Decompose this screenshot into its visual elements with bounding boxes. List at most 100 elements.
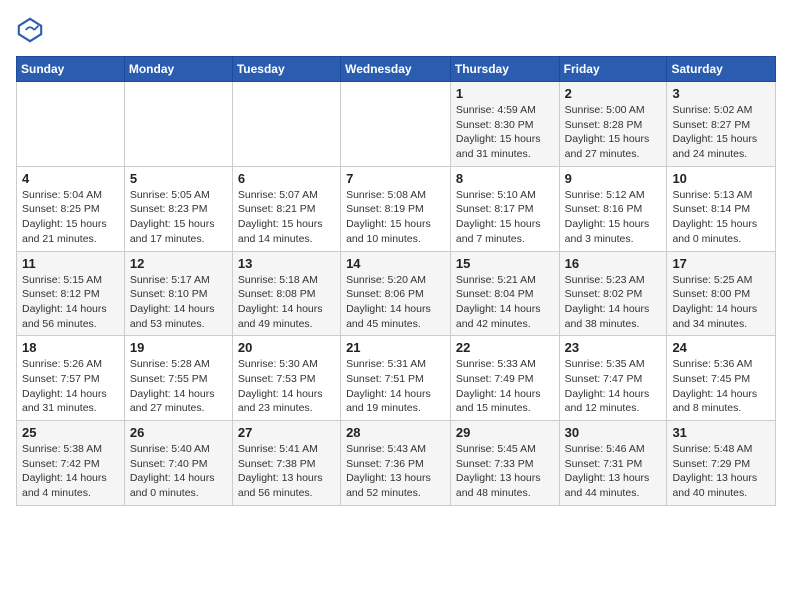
day-info: Sunrise: 5:18 AM Sunset: 8:08 PM Dayligh… (238, 273, 335, 332)
day-number: 1 (456, 86, 554, 101)
calendar-week-row: 4 Sunrise: 5:04 AM Sunset: 8:25 PM Daylig… (17, 166, 776, 251)
day-info: Sunrise: 5:21 AM Sunset: 8:04 PM Dayligh… (456, 273, 554, 332)
weekday-header: Friday (559, 57, 667, 82)
calendar-cell: 18 Sunrise: 5:26 AM Sunset: 7:57 PM Dayli… (17, 336, 125, 421)
calendar-cell: 24Sunrise: 5:36 AM Sunset: 7:45 PM Dayli… (667, 336, 776, 421)
day-info: Sunrise: 5:23 AM Sunset: 8:02 PM Dayligh… (565, 273, 662, 332)
calendar-cell: 9 Sunrise: 5:12 AM Sunset: 8:16 PM Daylig… (559, 166, 667, 251)
day-number: 11 (22, 256, 119, 271)
day-number: 20 (238, 340, 335, 355)
day-info: Sunrise: 5:43 AM Sunset: 7:36 PM Dayligh… (346, 442, 445, 501)
day-info: Sunrise: 5:25 AM Sunset: 8:00 PM Dayligh… (672, 273, 770, 332)
day-info: Sunrise: 5:00 AM Sunset: 8:28 PM Dayligh… (565, 103, 662, 162)
calendar-cell (124, 82, 232, 167)
day-number: 23 (565, 340, 662, 355)
day-number: 8 (456, 171, 554, 186)
weekday-header: Sunday (17, 57, 125, 82)
calendar-cell: 2 Sunrise: 5:00 AM Sunset: 8:28 PM Daylig… (559, 82, 667, 167)
day-number: 22 (456, 340, 554, 355)
day-info: Sunrise: 5:38 AM Sunset: 7:42 PM Dayligh… (22, 442, 119, 501)
day-info: Sunrise: 5:13 AM Sunset: 8:14 PM Dayligh… (672, 188, 770, 247)
calendar-cell: 25 Sunrise: 5:38 AM Sunset: 7:42 PM Dayli… (17, 421, 125, 506)
calendar-cell: 28 Sunrise: 5:43 AM Sunset: 7:36 PM Dayli… (341, 421, 451, 506)
day-number: 14 (346, 256, 445, 271)
day-info: Sunrise: 5:41 AM Sunset: 7:38 PM Dayligh… (238, 442, 335, 501)
day-info: Sunrise: 5:31 AM Sunset: 7:51 PM Dayligh… (346, 357, 445, 416)
day-number: 16 (565, 256, 662, 271)
calendar-cell (232, 82, 340, 167)
day-number: 4 (22, 171, 119, 186)
day-number: 10 (672, 171, 770, 186)
day-info: Sunrise: 5:33 AM Sunset: 7:49 PM Dayligh… (456, 357, 554, 416)
day-number: 13 (238, 256, 335, 271)
day-info: Sunrise: 5:40 AM Sunset: 7:40 PM Dayligh… (130, 442, 227, 501)
calendar-cell: 23 Sunrise: 5:35 AM Sunset: 7:47 PM Dayli… (559, 336, 667, 421)
calendar-cell: 5 Sunrise: 5:05 AM Sunset: 8:23 PM Daylig… (124, 166, 232, 251)
calendar-cell: 19Sunrise: 5:28 AM Sunset: 7:55 PM Dayli… (124, 336, 232, 421)
calendar-cell: 10 Sunrise: 5:13 AM Sunset: 8:14 PM Dayli… (667, 166, 776, 251)
day-info: Sunrise: 4:59 AM Sunset: 8:30 PM Dayligh… (456, 103, 554, 162)
weekday-header: Tuesday (232, 57, 340, 82)
calendar-cell: 31 Sunrise: 5:48 AM Sunset: 7:29 PM Dayli… (667, 421, 776, 506)
day-info: Sunrise: 5:30 AM Sunset: 7:53 PM Dayligh… (238, 357, 335, 416)
calendar-cell: 4 Sunrise: 5:04 AM Sunset: 8:25 PM Daylig… (17, 166, 125, 251)
day-number: 31 (672, 425, 770, 440)
day-number: 9 (565, 171, 662, 186)
calendar-cell: 14 Sunrise: 5:20 AM Sunset: 8:06 PM Dayli… (341, 251, 451, 336)
calendar-cell: 11 Sunrise: 5:15 AM Sunset: 8:12 PM Dayli… (17, 251, 125, 336)
calendar-cell: 6 Sunrise: 5:07 AM Sunset: 8:21 PM Daylig… (232, 166, 340, 251)
calendar-week-row: 11 Sunrise: 5:15 AM Sunset: 8:12 PM Dayli… (17, 251, 776, 336)
day-number: 2 (565, 86, 662, 101)
day-info: Sunrise: 5:26 AM Sunset: 7:57 PM Dayligh… (22, 357, 119, 416)
day-info: Sunrise: 5:05 AM Sunset: 8:23 PM Dayligh… (130, 188, 227, 247)
day-number: 29 (456, 425, 554, 440)
day-info: Sunrise: 5:45 AM Sunset: 7:33 PM Dayligh… (456, 442, 554, 501)
calendar-week-row: 25 Sunrise: 5:38 AM Sunset: 7:42 PM Dayli… (17, 421, 776, 506)
weekday-header: Saturday (667, 57, 776, 82)
day-info: Sunrise: 5:46 AM Sunset: 7:31 PM Dayligh… (565, 442, 662, 501)
calendar-cell: 17 Sunrise: 5:25 AM Sunset: 8:00 PM Dayli… (667, 251, 776, 336)
day-number: 25 (22, 425, 119, 440)
day-info: Sunrise: 5:36 AM Sunset: 7:45 PM Dayligh… (672, 357, 770, 416)
calendar-cell: 13 Sunrise: 5:18 AM Sunset: 8:08 PM Dayli… (232, 251, 340, 336)
day-info: Sunrise: 5:48 AM Sunset: 7:29 PM Dayligh… (672, 442, 770, 501)
day-number: 3 (672, 86, 770, 101)
calendar-cell (17, 82, 125, 167)
day-number: 17 (672, 256, 770, 271)
day-number: 6 (238, 171, 335, 186)
day-number: 21 (346, 340, 445, 355)
calendar-week-row: 18 Sunrise: 5:26 AM Sunset: 7:57 PM Dayli… (17, 336, 776, 421)
calendar-cell: 20 Sunrise: 5:30 AM Sunset: 7:53 PM Dayli… (232, 336, 340, 421)
calendar-cell: 22 Sunrise: 5:33 AM Sunset: 7:49 PM Dayli… (450, 336, 559, 421)
day-number: 30 (565, 425, 662, 440)
day-info: Sunrise: 5:35 AM Sunset: 7:47 PM Dayligh… (565, 357, 662, 416)
day-number: 19 (130, 340, 227, 355)
day-info: Sunrise: 5:07 AM Sunset: 8:21 PM Dayligh… (238, 188, 335, 247)
day-number: 27 (238, 425, 335, 440)
calendar-header-row: SundayMondayTuesdayWednesdayThursdayFrid… (17, 57, 776, 82)
day-number: 15 (456, 256, 554, 271)
day-number: 7 (346, 171, 445, 186)
calendar-cell: 3 Sunrise: 5:02 AM Sunset: 8:27 PM Daylig… (667, 82, 776, 167)
calendar-cell: 12Sunrise: 5:17 AM Sunset: 8:10 PM Dayli… (124, 251, 232, 336)
page-header (16, 16, 776, 44)
logo (16, 16, 48, 44)
logo-icon (16, 16, 44, 44)
day-number: 18 (22, 340, 119, 355)
day-number: 28 (346, 425, 445, 440)
day-info: Sunrise: 5:10 AM Sunset: 8:17 PM Dayligh… (456, 188, 554, 247)
calendar-cell: 16 Sunrise: 5:23 AM Sunset: 8:02 PM Dayli… (559, 251, 667, 336)
calendar-table: SundayMondayTuesdayWednesdayThursdayFrid… (16, 56, 776, 506)
day-number: 5 (130, 171, 227, 186)
day-info: Sunrise: 5:08 AM Sunset: 8:19 PM Dayligh… (346, 188, 445, 247)
day-info: Sunrise: 5:20 AM Sunset: 8:06 PM Dayligh… (346, 273, 445, 332)
day-info: Sunrise: 5:12 AM Sunset: 8:16 PM Dayligh… (565, 188, 662, 247)
calendar-cell: 30 Sunrise: 5:46 AM Sunset: 7:31 PM Dayli… (559, 421, 667, 506)
day-info: Sunrise: 5:04 AM Sunset: 8:25 PM Dayligh… (22, 188, 119, 247)
weekday-header: Wednesday (341, 57, 451, 82)
calendar-cell: 15 Sunrise: 5:21 AM Sunset: 8:04 PM Dayli… (450, 251, 559, 336)
day-number: 26 (130, 425, 227, 440)
day-info: Sunrise: 5:02 AM Sunset: 8:27 PM Dayligh… (672, 103, 770, 162)
calendar-cell: 8 Sunrise: 5:10 AM Sunset: 8:17 PM Daylig… (450, 166, 559, 251)
day-info: Sunrise: 5:15 AM Sunset: 8:12 PM Dayligh… (22, 273, 119, 332)
